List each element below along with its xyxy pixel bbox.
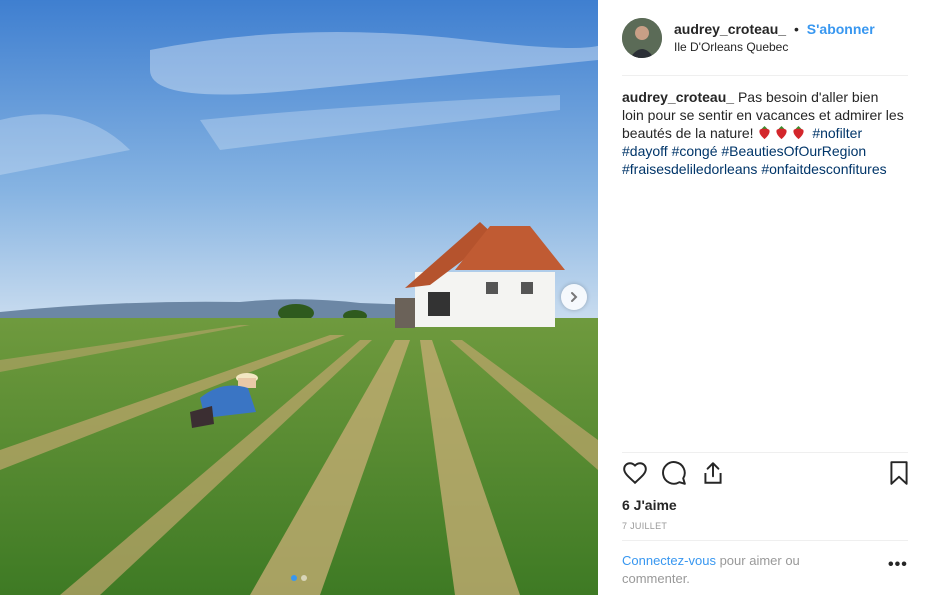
comment-icon: [662, 461, 686, 485]
share-icon: [704, 462, 722, 484]
next-photo-button[interactable]: [561, 284, 587, 310]
post-caption: audrey_croteau_ Pas besoin d'aller bien …: [622, 88, 904, 178]
strawberry-field-photo: [0, 0, 598, 595]
follow-button[interactable]: S'abonner: [807, 21, 875, 37]
footer-divider: [622, 540, 908, 541]
post-photo[interactable]: [0, 0, 598, 595]
bookmark-icon: [890, 461, 908, 485]
login-link[interactable]: Connectez-vous: [622, 553, 716, 568]
carousel-dot-active: [291, 575, 297, 581]
hashtag-link[interactable]: #congé: [672, 143, 718, 159]
header-divider: [622, 75, 908, 76]
profile-picture: [622, 18, 662, 58]
header-line: audrey_croteau_ • S'abonner: [674, 21, 875, 39]
strawberry-icon: [793, 125, 805, 140]
carousel-dots: [0, 575, 598, 581]
strawberry-icon: [776, 125, 788, 140]
more-options-button[interactable]: •••: [888, 557, 907, 578]
actions-divider: [622, 452, 908, 453]
share-button[interactable]: [700, 460, 726, 486]
like-count[interactable]: 6 J'aime: [622, 497, 677, 513]
hashtag-link[interactable]: #BeautiesOfOurRegion: [721, 143, 866, 159]
strawberry-icon: [759, 125, 771, 140]
hashtag-link[interactable]: #onfaitdesconfitures: [761, 161, 886, 177]
avatar[interactable]: [622, 18, 662, 58]
heart-icon: [623, 462, 647, 485]
login-prompt: Connectez-vous pour aimer ou commenter.: [622, 552, 862, 588]
hashtag-link[interactable]: #nofilter: [812, 125, 862, 141]
username-link[interactable]: audrey_croteau_: [674, 21, 786, 37]
comment-button[interactable]: [661, 460, 687, 486]
post-date[interactable]: 7 JUILLET: [622, 521, 667, 531]
post-actions: [622, 460, 912, 490]
post-side-panel: audrey_croteau_ • S'abonner Ile D'Orlean…: [598, 0, 930, 595]
location-link[interactable]: Ile D'Orleans Quebec: [674, 40, 875, 55]
like-button[interactable]: [622, 460, 648, 486]
caption-username-link[interactable]: audrey_croteau_: [622, 89, 734, 105]
post-view: audrey_croteau_ • S'abonner Ile D'Orlean…: [0, 0, 930, 595]
separator-dot: •: [793, 20, 799, 37]
chevron-right-icon: [571, 292, 578, 302]
post-header-text: audrey_croteau_ • S'abonner Ile D'Orlean…: [674, 21, 875, 56]
post-header: audrey_croteau_ • S'abonner Ile D'Orlean…: [622, 16, 908, 60]
carousel-dot: [301, 575, 307, 581]
hashtag-link[interactable]: #dayoff: [622, 143, 668, 159]
save-button[interactable]: [886, 460, 912, 486]
hashtag-link[interactable]: #fraisesdeliledorleans: [622, 161, 757, 177]
